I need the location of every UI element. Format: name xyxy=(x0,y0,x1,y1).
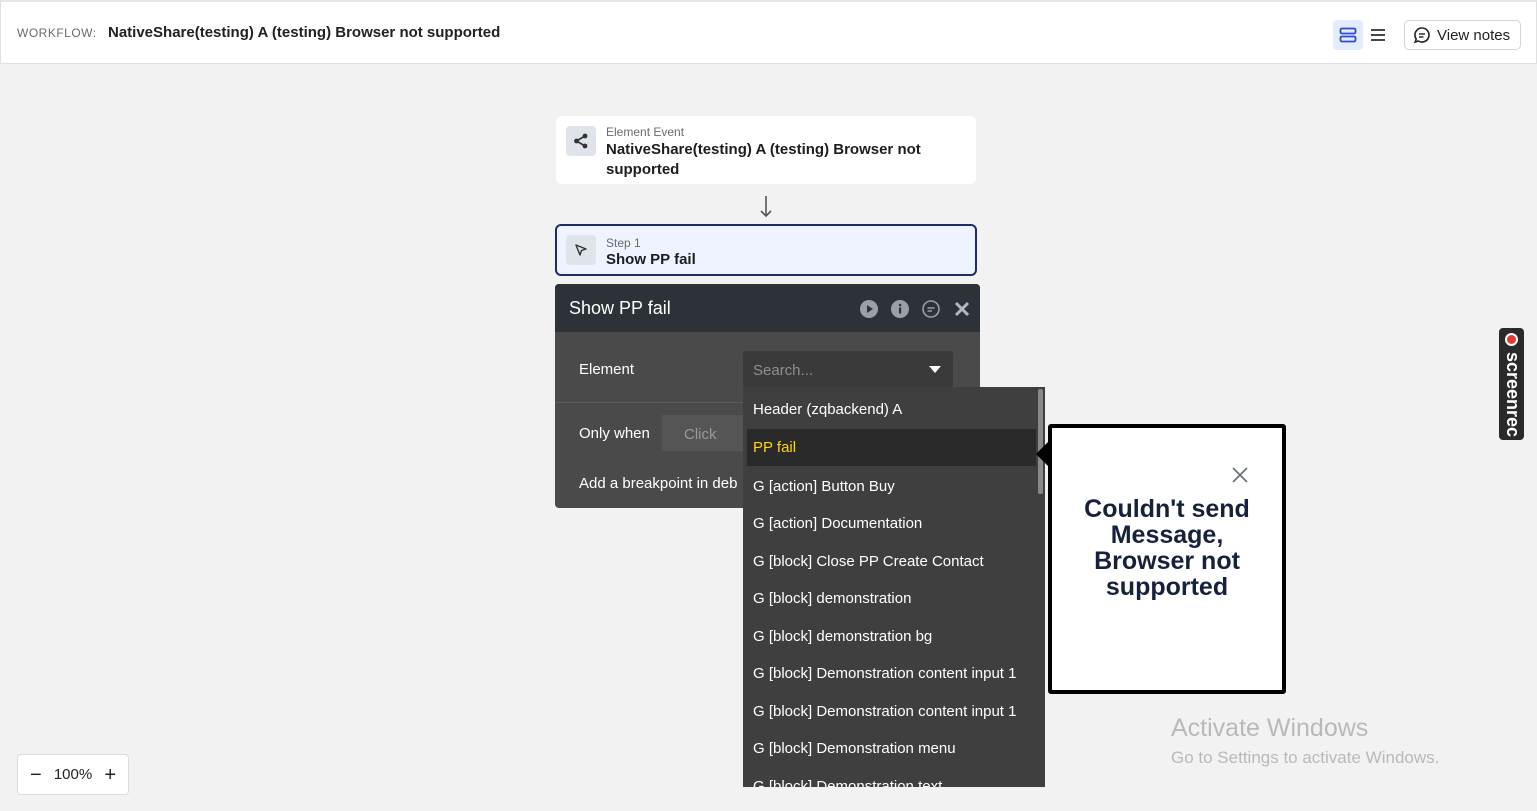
pp-fail-popup: Couldn't send Message, Browser not suppo… xyxy=(1048,424,1286,694)
list-item[interactable]: G [action] Button Buy xyxy=(743,468,1038,505)
zoom-out-button[interactable]: − xyxy=(30,765,42,785)
play-icon[interactable] xyxy=(858,298,879,319)
step-card-subtitle: Step 1 xyxy=(606,236,641,250)
list-item[interactable]: Header (zqbackend) A xyxy=(743,391,1038,428)
view-notes-button[interactable]: View notes xyxy=(1404,20,1521,50)
card-view-icon xyxy=(1339,27,1357,43)
card-view-button[interactable] xyxy=(1333,20,1363,50)
info-icon[interactable] xyxy=(889,298,910,319)
popup-message: Couldn't send Message, Browser not suppo… xyxy=(1084,495,1250,601)
activate-windows-subtitle: Go to Settings to activate Windows. xyxy=(1171,748,1440,767)
list-item[interactable]: G [block] Demonstration text xyxy=(743,768,1038,787)
workflow-title: NativeShare(testing) A (testing) Browser… xyxy=(108,24,501,41)
element-event-card[interactable]: Element Event NativeShare(testing) A (te… xyxy=(556,116,976,184)
step-card-title: Show PP fail xyxy=(606,251,696,268)
list-item[interactable]: G [action] Documentation xyxy=(743,505,1038,542)
workflow-header: WORKFLOW: NativeShare(testing) A (testin… xyxy=(0,0,1537,64)
cursor-pointer-icon xyxy=(566,235,596,265)
comment-icon[interactable] xyxy=(920,298,941,319)
panel-toolbar xyxy=(858,298,972,319)
list-item-selected[interactable]: PP fail xyxy=(747,429,1036,466)
chat-bubble-icon xyxy=(1413,27,1430,44)
zoom-control: − 100% + xyxy=(17,754,129,795)
record-icon xyxy=(1505,333,1518,346)
close-icon[interactable] xyxy=(951,298,972,319)
workflow-label: WORKFLOW: xyxy=(17,26,97,40)
list-view-icon xyxy=(1371,29,1385,41)
event-card-subtitle: Element Event xyxy=(606,125,685,139)
list-item[interactable]: G [block] Demonstration content input 1 xyxy=(743,655,1038,692)
view-toggle xyxy=(1333,20,1394,50)
search-placeholder: Search... xyxy=(753,362,814,379)
view-notes-label: View notes xyxy=(1437,26,1511,44)
only-when-label: Only when xyxy=(579,425,650,442)
popup-close-icon[interactable] xyxy=(1230,465,1250,485)
list-item[interactable]: G [block] demonstration bg xyxy=(743,618,1038,655)
panel-title: Show PP fail xyxy=(569,297,671,318)
step-1-card[interactable]: Step 1 Show PP fail xyxy=(555,224,977,276)
list-item[interactable]: G [block] Demonstration menu xyxy=(743,730,1038,767)
click-placeholder: Click xyxy=(684,426,717,443)
zoom-level: 100% xyxy=(53,766,93,783)
caret-down-icon xyxy=(929,366,941,373)
element-dropdown-list: Header (zqbackend) A PP fail G [action] … xyxy=(743,387,1045,787)
arrow-down-icon xyxy=(760,196,772,218)
element-label: Element xyxy=(579,361,635,378)
list-item[interactable]: G [block] Demonstration content input 1 xyxy=(743,693,1038,730)
list-view-button[interactable] xyxy=(1363,20,1393,50)
activate-windows-title: Activate Windows xyxy=(1171,714,1369,742)
element-search-dropdown[interactable]: Search... xyxy=(743,351,953,387)
only-when-condition-input[interactable]: Click xyxy=(662,415,752,451)
zoom-in-button[interactable]: + xyxy=(104,765,116,785)
breakpoint-label[interactable]: Add a breakpoint in deb xyxy=(579,475,737,492)
list-item[interactable]: G [block] demonstration xyxy=(743,580,1038,617)
share-icon xyxy=(566,126,596,156)
screenrec-tab[interactable]: screenrec xyxy=(1499,328,1524,440)
event-card-title: NativeShare(testing) A (testing) Browser… xyxy=(606,141,921,178)
screenrec-label: screenrec xyxy=(1503,352,1523,438)
list-item[interactable]: G [block] Close PP Create Contact xyxy=(743,543,1038,580)
